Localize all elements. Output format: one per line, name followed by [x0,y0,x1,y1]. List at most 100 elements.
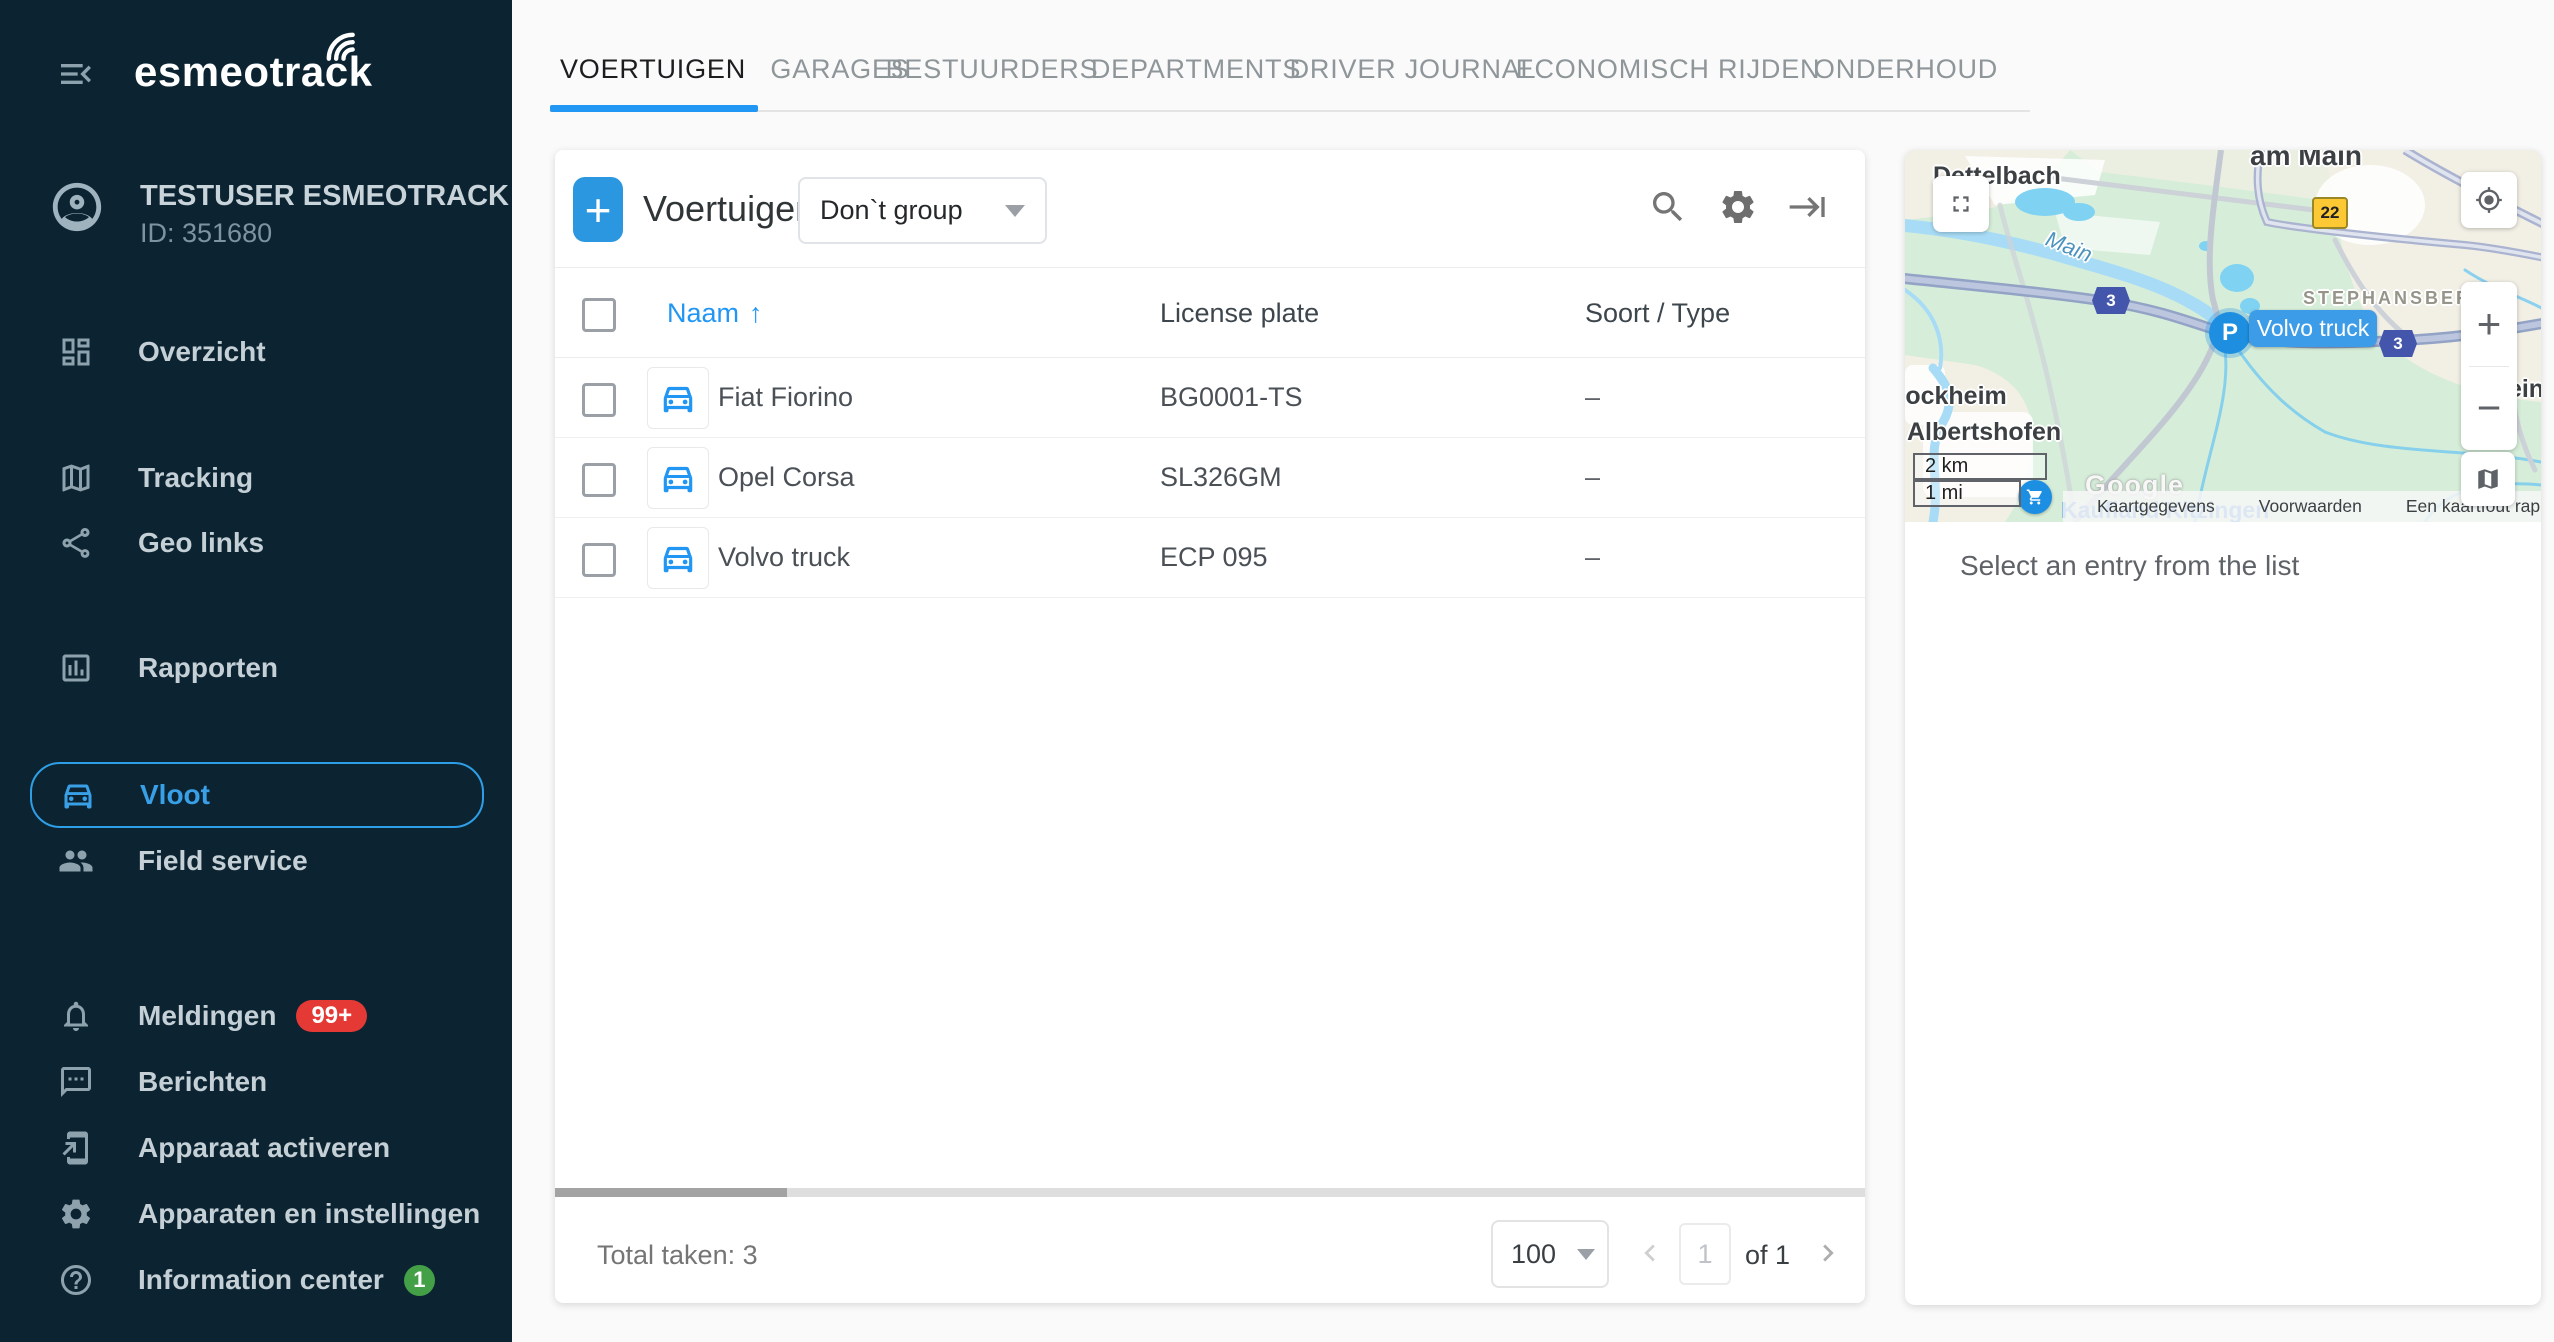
report-icon [58,650,94,686]
scrollbar-thumb[interactable] [555,1188,787,1197]
table-header: Naam↑ License plate Soort / Type [555,268,1865,358]
chevron-down-icon [1577,1249,1595,1260]
map[interactable]: Dettelbach am Main Main STEPHANSBER tock… [1905,150,2541,522]
tab-voertuigen[interactable]: VOERTUIGEN [560,54,746,85]
vehicle-type: – [1585,462,1600,493]
sidebar-item-label: Overzicht [138,336,266,368]
sidebar-item-label: Apparaat activeren [138,1132,390,1164]
map-town-label: Albertshofen [1907,418,2061,447]
sidebar-item-meldingen[interactable]: Meldingen 99+ [30,983,480,1049]
sidebar-item-rapporten[interactable]: Rapporten [30,635,480,701]
vehicle-icon [647,447,709,509]
prev-page-icon[interactable] [1633,1236,1667,1270]
vehicle-name: Volvo truck [718,542,850,573]
vehicles-panel: + Voertuigen Don`t group Naam↑ License p… [555,150,1865,1303]
collapse-panel-icon[interactable] [1788,187,1828,227]
detail-panel: Dettelbach am Main Main STEPHANSBER tock… [1905,150,2541,1305]
tab-driver-journal[interactable]: DRIVER JOURNAL [1290,54,1537,85]
sidebar-item-label: Field service [138,845,308,877]
zoom-control: + − [2461,282,2517,450]
tabs-divider [550,110,2030,112]
map-area-label: STEPHANSBER [2303,288,2472,309]
page-size-select[interactable]: 100 [1491,1220,1609,1288]
route-shield: 3 [2379,330,2417,357]
sidebar-item-label: Information center [138,1264,384,1296]
next-page-icon[interactable] [1811,1236,1845,1270]
sidebar-item-apparaat-activeren[interactable]: Apparaat activeren [30,1115,480,1181]
tab-economisch-rijden[interactable]: ECONOMISCH RIJDEN [1516,54,1821,85]
map-town-label: tockheim [1905,382,2007,411]
road-number-badge: 22 [2312,197,2348,229]
page-number-input[interactable]: 1 [1679,1223,1731,1285]
page-of-label: of 1 [1745,1240,1790,1271]
table-row[interactable]: Fiat Fiorino BG0001-TS – [555,357,1865,438]
vehicle-map-tooltip[interactable]: Volvo truck [2249,310,2377,347]
sidebar-item-berichten[interactable]: Berichten [30,1049,480,1115]
select-all-checkbox[interactable] [582,298,616,332]
chevron-down-icon [1005,205,1025,217]
fullscreen-button[interactable] [1933,176,1989,232]
sidebar: esmeotrack TESTUSER ESMEOTRACK ID: 35168… [0,0,512,1342]
vehicle-name: Opel Corsa [718,462,855,493]
sidebar-item-tracking[interactable]: Tracking [30,445,480,511]
sidebar-item-information-center[interactable]: Information center 1 [30,1247,480,1313]
map-type-button[interactable] [2461,452,2515,506]
column-header-naam[interactable]: Naam↑ [667,298,763,329]
add-vehicle-button[interactable]: + [573,177,623,242]
user-name: TESTUSER ESMEOTRACK [140,180,509,213]
sidebar-item-overzicht[interactable]: Overzicht [30,319,480,385]
sort-asc-icon: ↑ [749,298,763,328]
zoom-in-button[interactable]: + [2461,282,2517,366]
horizontal-scrollbar[interactable] [555,1188,1865,1197]
zoom-out-button[interactable]: − [2461,367,2517,451]
group-by-value: Don`t group [820,195,963,226]
tab-bestuurders[interactable]: BESTUURDERS [886,54,1099,85]
locate-button[interactable] [2461,172,2517,228]
row-checkbox[interactable] [582,463,616,497]
tab-departments[interactable]: DEPARTMENTS [1091,54,1301,85]
vehicle-plate: SL326GM [1160,462,1282,493]
sidebar-item-apparaten-instellingen[interactable]: Apparaten en instellingen [30,1181,480,1247]
column-header-soort-type[interactable]: Soort / Type [1585,298,1730,329]
car-icon [60,777,96,813]
tab-onderhoud[interactable]: ONDERHOUD [1814,54,1998,85]
map-scale-km: 2 km [1913,453,2047,480]
row-checkbox[interactable] [582,543,616,577]
user-profile[interactable]: TESTUSER ESMEOTRACK ID: 351680 [0,176,512,246]
sidebar-item-label: Vloot [140,779,210,811]
attribution-link[interactable]: Kaartgegevens [2097,496,2215,517]
sidebar-item-label: Tracking [138,462,253,494]
vehicle-plate: BG0001-TS [1160,382,1303,413]
gear-icon [58,1196,94,1232]
sidebar-item-geo-links[interactable]: Geo links [30,510,480,576]
map-icon [58,460,94,496]
page-title: Voertuigen [643,188,815,230]
attribution-link[interactable]: Voorwaarden [2259,496,2362,517]
sidebar-item-field-service[interactable]: Field service [30,828,480,894]
shopping-cart-marker[interactable] [2018,480,2052,514]
vehicle-name: Fiat Fiorino [718,382,853,413]
vehicle-icon [647,367,709,429]
route-shield: 3 [2092,287,2130,314]
vehicle-type: – [1585,382,1600,413]
detail-placeholder: Select an entry from the list [1960,550,2299,582]
table-row[interactable]: Volvo truck ECP 095 – [555,517,1865,598]
vehicle-plate: ECP 095 [1160,542,1268,573]
sidebar-item-label: Apparaten en instellingen [138,1198,480,1230]
search-icon[interactable] [1648,187,1688,227]
sidebar-item-label: Berichten [138,1066,267,1098]
share-icon [58,525,94,561]
row-checkbox[interactable] [582,383,616,417]
parking-marker[interactable]: P [2209,312,2251,354]
table-settings-icon[interactable] [1718,187,1758,227]
people-icon [58,843,94,879]
sidebar-item-vloot[interactable]: Vloot [30,762,484,828]
avatar-icon [48,178,106,236]
table-row[interactable]: Opel Corsa SL326GM – [555,437,1865,518]
group-by-select[interactable]: Don`t group [798,177,1047,244]
column-header-license-plate[interactable]: License plate [1160,298,1319,329]
top-tabs: VOERTUIGEN GARAGES BESTUURDERS DEPARTMEN… [0,0,2554,112]
device-activate-icon [58,1130,94,1166]
active-tab-indicator [550,105,758,112]
vehicle-icon [647,527,709,589]
